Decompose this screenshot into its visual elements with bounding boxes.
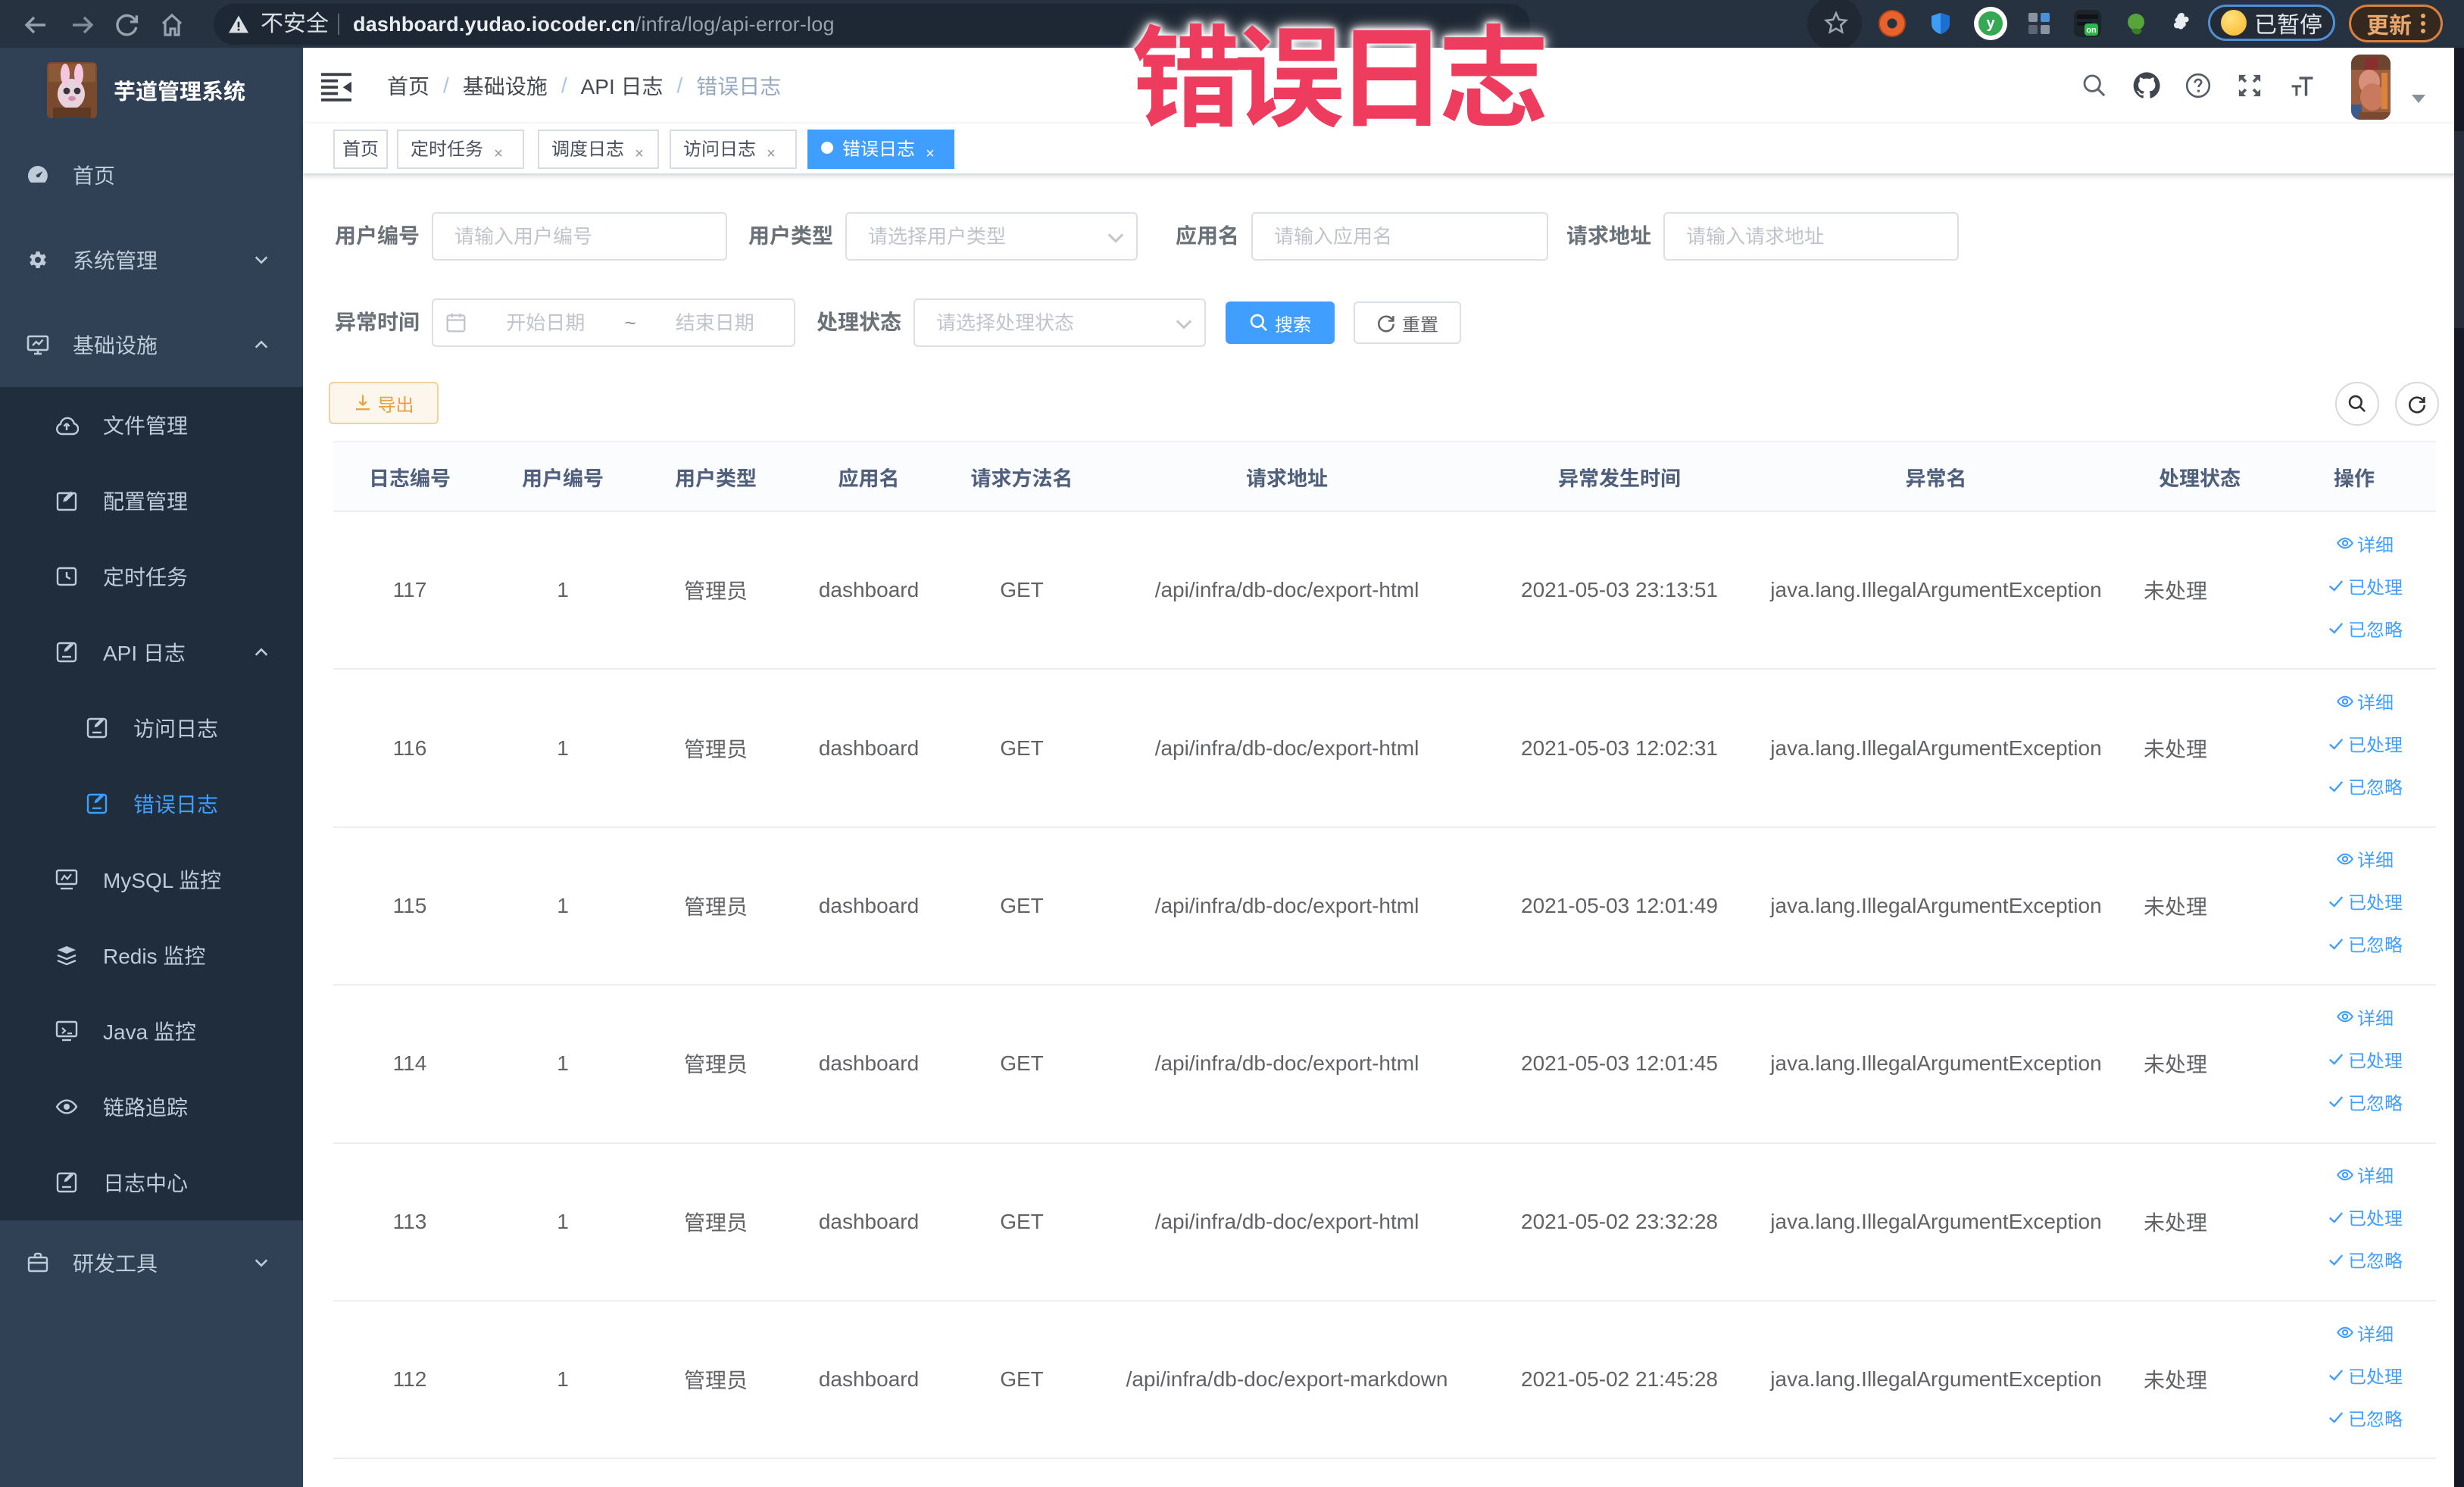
svg-text:on: on xyxy=(2086,26,2097,35)
